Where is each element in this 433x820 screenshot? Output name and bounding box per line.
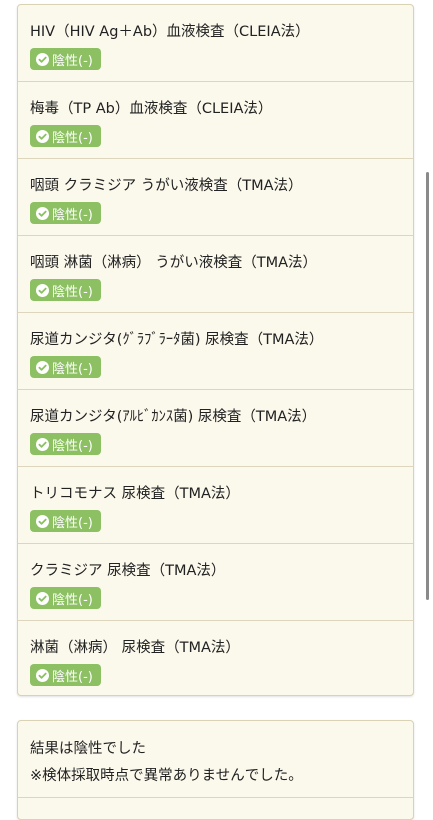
result-badge: 陰性(-) [30, 510, 101, 532]
check-circle-icon [36, 668, 49, 682]
result-label: 陰性(-) [52, 207, 93, 223]
check-circle-icon [36, 129, 49, 143]
test-row-throat-gonorrhea: 咽頭 淋菌（淋病） うがい液検査（TMA法） 陰性(-) [18, 236, 413, 313]
test-name: 淋菌（淋病） 尿検査（TMA法） [30, 640, 240, 656]
check-circle-icon [36, 591, 49, 605]
test-row-candida-albicans: 尿道カンジタ(ｱﾙﾋﾞｶﾝｽ菌) 尿検査（TMA法） 陰性(-) [18, 390, 413, 467]
result-label: 陰性(-) [52, 438, 93, 454]
test-row-trichomonas: トリコモナス 尿検査（TMA法） 陰性(-) [18, 467, 413, 544]
check-circle-icon [36, 514, 49, 528]
scrollbar[interactable] [426, 172, 429, 600]
summary-line-result: 結果は陰性でした [30, 741, 146, 757]
summary-line-note: ※検体採取時点で異常ありませんでした。 [30, 768, 303, 784]
result-badge: 陰性(-) [30, 356, 101, 378]
test-name: HIV（HIV Ag＋Ab）血液検査（CLEIA法） [30, 24, 310, 40]
summary-card: 結果は陰性でした ※検体採取時点で異常ありませんでした。 [17, 720, 414, 820]
result-badge: 陰性(-) [30, 202, 101, 224]
summary-text: 結果は陰性でした ※検体採取時点で異常ありませんでした。 [30, 736, 303, 790]
test-name: 咽頭 クラミジア うがい液検査（TMA法） [30, 178, 303, 194]
summary-divider [18, 797, 413, 798]
result-badge: 陰性(-) [30, 433, 101, 455]
result-label: 陰性(-) [52, 669, 93, 685]
test-name: クラミジア 尿検査（TMA法） [30, 563, 226, 579]
check-circle-icon [36, 206, 49, 220]
result-label: 陰性(-) [52, 592, 93, 608]
test-name: 尿道カンジタ(ｱﾙﾋﾞｶﾝｽ菌) 尿検査（TMA法） [30, 409, 317, 425]
result-badge: 陰性(-) [30, 664, 101, 686]
check-circle-icon [36, 437, 49, 451]
result-label: 陰性(-) [52, 53, 93, 69]
test-results-card: HIV（HIV Ag＋Ab）血液検査（CLEIA法） 陰性(-) 梅毒（TP A… [17, 4, 414, 696]
test-row-chlamydia: クラミジア 尿検査（TMA法） 陰性(-) [18, 544, 413, 621]
result-badge: 陰性(-) [30, 587, 101, 609]
check-circle-icon [36, 283, 49, 297]
result-label: 陰性(-) [52, 361, 93, 377]
test-row-candida-glabrata: 尿道カンジタ(ｸﾞﾗﾌﾞﾗｰﾀ菌) 尿検査（TMA法） 陰性(-) [18, 313, 413, 390]
test-row-syphilis: 梅毒（TP Ab）血液検査（CLEIA法） 陰性(-) [18, 82, 413, 159]
test-name: 咽頭 淋菌（淋病） うがい液検査（TMA法） [30, 255, 318, 271]
result-badge: 陰性(-) [30, 125, 101, 147]
result-badge: 陰性(-) [30, 279, 101, 301]
test-row-hiv: HIV（HIV Ag＋Ab）血液検査（CLEIA法） 陰性(-) [18, 5, 413, 82]
result-label: 陰性(-) [52, 130, 93, 146]
check-circle-icon [36, 360, 49, 374]
test-row-gonorrhea: 淋菌（淋病） 尿検査（TMA法） 陰性(-) [18, 621, 413, 698]
result-label: 陰性(-) [52, 515, 93, 531]
check-circle-icon [36, 52, 49, 66]
test-name: トリコモナス 尿検査（TMA法） [30, 486, 240, 502]
result-badge: 陰性(-) [30, 48, 101, 70]
test-row-throat-chlamydia: 咽頭 クラミジア うがい液検査（TMA法） 陰性(-) [18, 159, 413, 236]
result-label: 陰性(-) [52, 284, 93, 300]
test-name: 尿道カンジタ(ｸﾞﾗﾌﾞﾗｰﾀ菌) 尿検査（TMA法） [30, 332, 324, 348]
test-name: 梅毒（TP Ab）血液検査（CLEIA法） [30, 101, 273, 117]
